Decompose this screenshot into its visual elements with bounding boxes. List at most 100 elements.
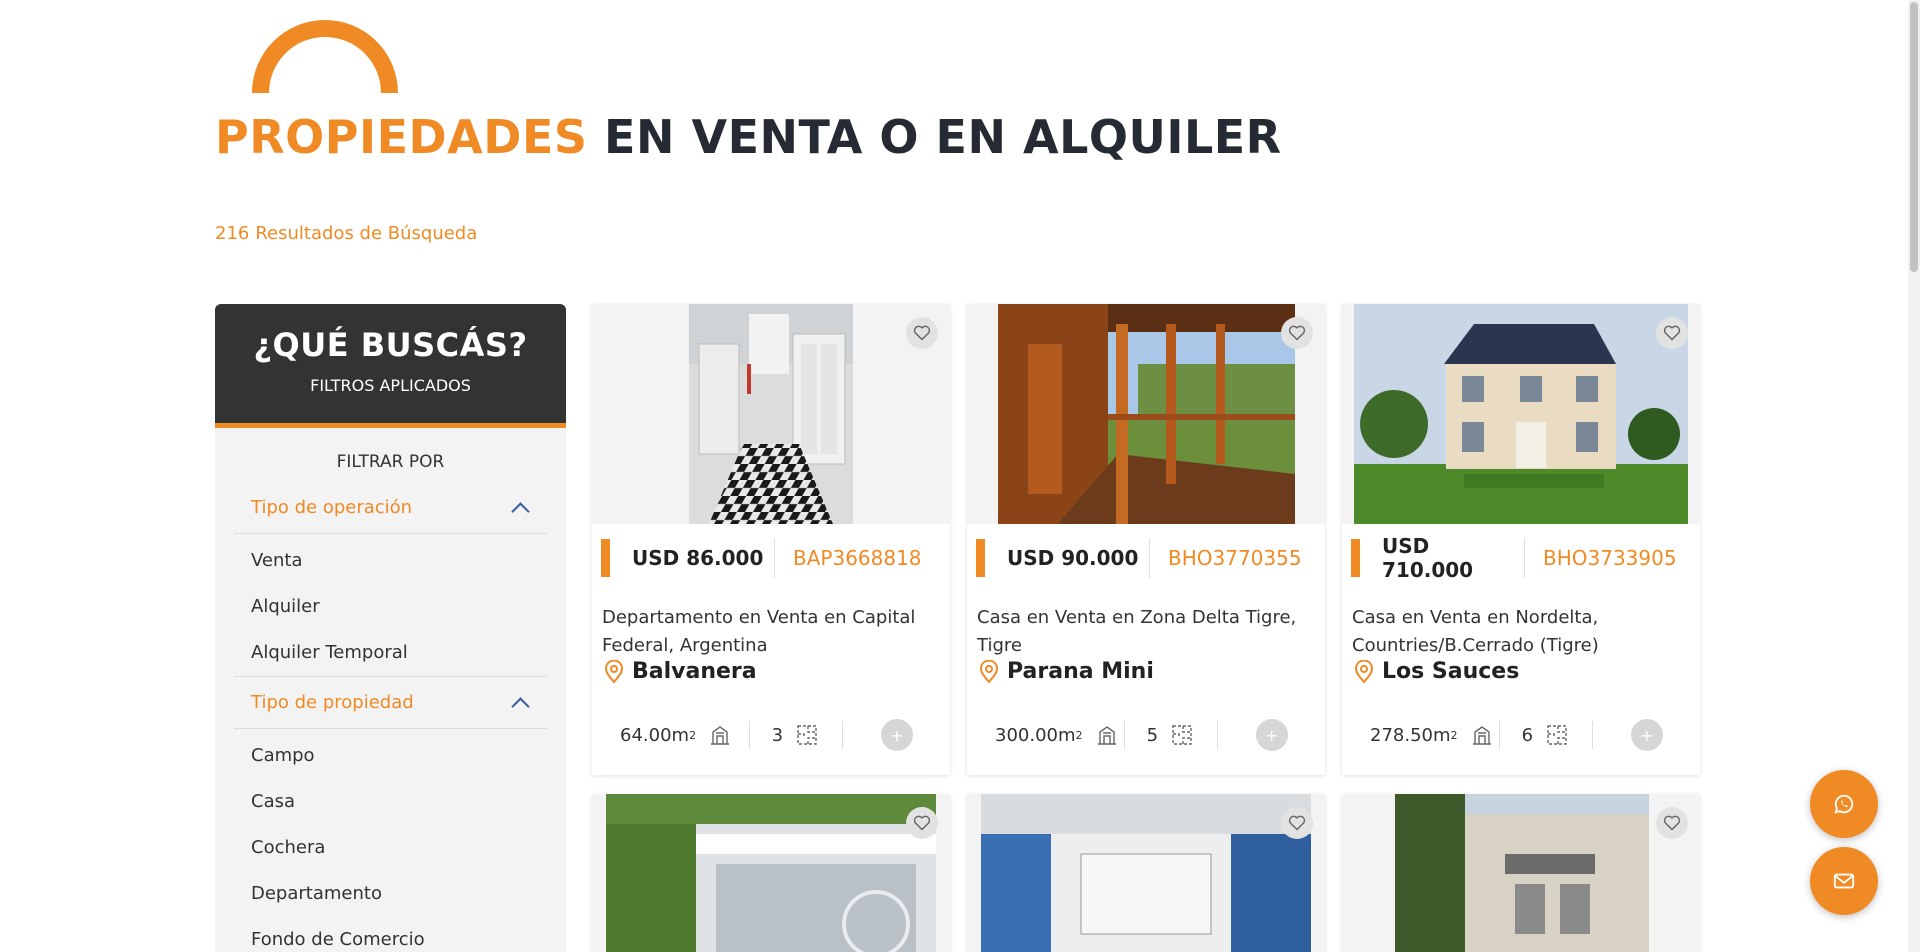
divider	[1524, 538, 1525, 578]
email-button[interactable]	[1810, 847, 1878, 915]
more-info-wrap: +	[843, 719, 950, 751]
area-unit-exponent: 2	[1075, 728, 1083, 742]
office-photo	[981, 794, 1311, 952]
listing-price: USD 90.000	[1007, 546, 1139, 570]
filter-option-alquiler[interactable]: Alquiler	[234, 584, 547, 630]
area-unit-exponent: 2	[689, 728, 697, 742]
filter-option-cochera[interactable]: Cochera	[234, 825, 547, 871]
filter-option-alquiler-temporal[interactable]: Alquiler Temporal	[234, 630, 547, 676]
filter-options-property-type: Campo Casa Cochera Departamento Fondo de…	[234, 729, 547, 952]
listing-code[interactable]: BAP3668818	[793, 546, 922, 570]
feature-rooms: 6	[1500, 715, 1593, 755]
rooms-value: 5	[1146, 724, 1159, 746]
listing-card[interactable]	[1342, 794, 1700, 952]
filter-sidebar: ¿QUÉ BUSCÁS? FILTROS APLICADOS FILTRAR P…	[215, 304, 566, 952]
filter-group-label: Tipo de propiedad	[251, 692, 414, 713]
page-title-accent: PROPIEDADES	[215, 110, 588, 164]
filter-options-operation: Venta Alquiler Alquiler Temporal	[234, 534, 547, 677]
listing-features: 278.50m 2 6 +	[1342, 709, 1700, 761]
area-value: 64.00m	[620, 724, 690, 746]
listing-title[interactable]: Casa en Venta en Zona Delta Tigre, Tigre	[977, 604, 1307, 660]
filter-option-casa[interactable]: Casa	[234, 779, 547, 825]
listing-card[interactable]: USD 86.000 BAP3668818 Departamento en Ve…	[592, 304, 950, 775]
hallway-photo	[689, 304, 853, 524]
listing-code[interactable]: BHO3733905	[1543, 546, 1677, 570]
feature-rooms: 3	[750, 715, 843, 755]
more-info-button[interactable]: +	[1255, 719, 1288, 751]
listing-title[interactable]: Casa en Venta en Nordelta, Countries/B.C…	[1352, 604, 1682, 660]
area-value: 300.00m	[995, 724, 1076, 746]
filter-by-label: FILTRAR POR	[336, 452, 445, 472]
listing-card[interactable]	[592, 794, 950, 952]
filter-group-operation-toggle[interactable]: Tipo de operación	[234, 482, 547, 534]
listing-card[interactable]: USD 90.000 BHO3770355 Casa en Venta en Z…	[967, 304, 1325, 775]
map-pin-icon	[1354, 659, 1374, 684]
listing-photo[interactable]	[967, 794, 1325, 952]
whatsapp-button[interactable]	[1810, 770, 1878, 838]
results-count: 216 Resultados de Búsqueda	[215, 223, 483, 244]
rooms-value: 6	[1521, 724, 1534, 746]
listing-price: USD 86.000	[632, 546, 764, 570]
map-pin-icon	[979, 659, 999, 684]
listing-photo[interactable]	[1342, 304, 1700, 524]
feature-area: 64.00m 2	[592, 715, 749, 755]
heart-icon	[913, 325, 931, 341]
feature-area: 278.50m 2	[1342, 715, 1499, 755]
area-value: 278.50m	[1370, 724, 1451, 746]
more-info-wrap: +	[1593, 719, 1700, 751]
page-scrollbar[interactable]	[1908, 0, 1920, 952]
feature-rooms: 5	[1125, 715, 1218, 755]
more-info-button[interactable]: +	[1630, 719, 1663, 751]
listing-location: Parana Mini	[979, 659, 1154, 684]
filter-option-venta[interactable]: Venta	[234, 538, 547, 584]
listing-title[interactable]: Departamento en Venta en Capital Federal…	[602, 604, 932, 660]
location-name: Los Sauces	[1382, 659, 1520, 684]
listing-card[interactable]	[967, 794, 1325, 952]
filter-option-campo[interactable]: Campo	[234, 733, 547, 779]
price-accent-bar	[1351, 539, 1360, 577]
townhouse-photo	[1395, 794, 1649, 952]
filter-option-departamento[interactable]: Departamento	[234, 871, 547, 917]
applied-filters-label[interactable]: FILTROS APLICADOS	[215, 376, 566, 395]
chevron-up-icon	[510, 498, 530, 518]
favorite-button[interactable]	[1281, 317, 1313, 349]
favorite-button[interactable]	[1656, 807, 1688, 839]
heart-icon	[1663, 325, 1681, 341]
feature-area: 300.00m 2	[967, 715, 1124, 755]
favorite-button[interactable]	[1281, 807, 1313, 839]
listing-photo[interactable]	[967, 304, 1325, 524]
floor-plan-icon	[797, 725, 817, 745]
listing-photo[interactable]	[592, 794, 950, 952]
filter-group-property-type-toggle[interactable]: Tipo de propiedad	[234, 677, 547, 729]
listing-photo[interactable]	[1342, 794, 1700, 952]
filter-group-property-type: Tipo de propiedad Campo Casa Cochera Dep…	[234, 677, 547, 952]
listing-location: Los Sauces	[1354, 659, 1519, 684]
house-photo	[1354, 304, 1688, 524]
divider	[774, 538, 775, 578]
porch-photo	[998, 304, 1295, 524]
heart-icon	[1288, 815, 1306, 831]
floor-plan-icon	[1172, 725, 1192, 745]
building-area-icon	[711, 726, 730, 745]
filter-option-fondo-de-comercio[interactable]: Fondo de Comercio	[234, 917, 547, 952]
whatsapp-icon	[1834, 794, 1854, 814]
listing-code[interactable]: BHO3770355	[1168, 546, 1302, 570]
location-name: Parana Mini	[1007, 659, 1154, 684]
listing-card[interactable]: USD 710.000 BHO3733905 Casa en Venta en …	[1342, 304, 1700, 775]
listing-features: 64.00m 2 3 +	[592, 709, 950, 761]
area-unit-exponent: 2	[1450, 728, 1458, 742]
sidebar-title: ¿QUÉ BUSCÁS?	[253, 326, 528, 364]
mail-icon	[1833, 873, 1855, 889]
favorite-button[interactable]	[1656, 317, 1688, 349]
price-row: USD 86.000 BAP3668818	[601, 532, 941, 584]
listing-features: 300.00m 2 5 +	[967, 709, 1325, 761]
more-info-button[interactable]: +	[880, 719, 913, 751]
listing-location: Balvanera	[604, 659, 757, 684]
page: PROPIEDADES EN VENTA O EN ALQUILER 216 Re…	[0, 0, 1920, 952]
favorite-button[interactable]	[906, 807, 938, 839]
favorite-button[interactable]	[906, 317, 938, 349]
heart-icon	[1288, 325, 1306, 341]
scrollbar-thumb[interactable]	[1910, 2, 1918, 272]
listing-photo[interactable]	[592, 304, 950, 524]
floor-plan-icon	[1547, 725, 1567, 745]
